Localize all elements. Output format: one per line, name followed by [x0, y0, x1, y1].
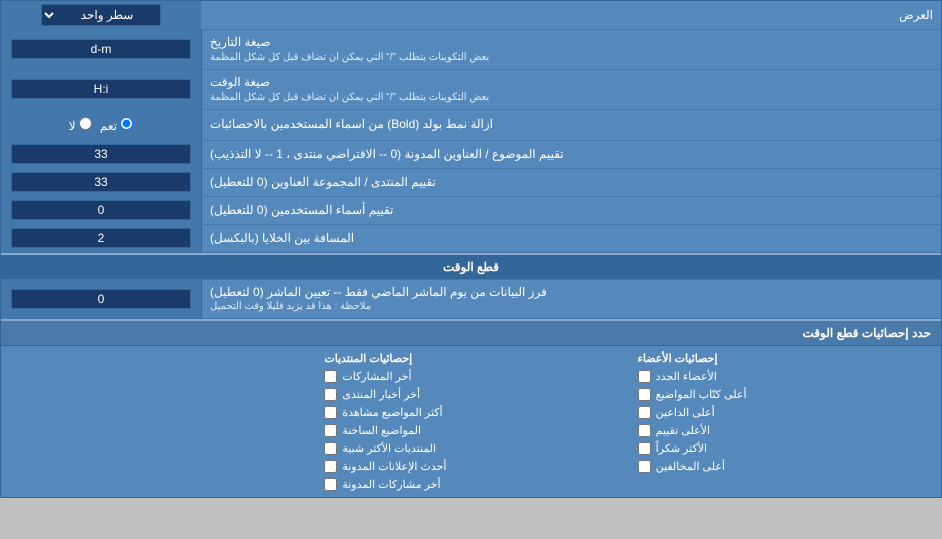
stats-header-row: حدد إحصائيات قطع الوقت: [1, 321, 941, 346]
members-stats-header: إحصائيات الأعضاء: [638, 352, 931, 365]
time-format-row: صيغة الوقت بعض التكوينات يتطلب "/" التي …: [1, 70, 941, 110]
topic-sort-input[interactable]: [11, 144, 191, 164]
top-inviters-checkbox[interactable]: [638, 406, 651, 419]
user-sort-input[interactable]: [11, 200, 191, 220]
main-container: العرض سطر واحد صيغة التاريخ بعض التكوينا…: [0, 0, 942, 498]
most-similar-forums-checkbox[interactable]: [324, 442, 337, 455]
most-similar-forums-item: المنتديات الأكثر شبية: [324, 442, 617, 455]
cutoff-label: فرز البيانات من يوم الماشر الماضي فقط --…: [201, 280, 941, 319]
bold-remove-row: ازالة نمط بولد (Bold) من اسماء المستخدمي…: [1, 110, 941, 141]
forums-stats-header: إحصائيات المنتديات: [324, 352, 617, 365]
hot-topics-item: المواضيع الساخنة: [324, 424, 617, 437]
cutoff-section-header: قطع الوقت: [1, 253, 941, 280]
forum-sort-input[interactable]: [11, 172, 191, 192]
last-posts-checkbox[interactable]: [324, 370, 337, 383]
last-forum-news-item: أخر أخبار المنتدى: [324, 388, 617, 401]
empty-stats-col: [11, 352, 304, 491]
top-topic-writers-item: أعلى كتّاب المواضيع: [638, 388, 931, 401]
radio-no-label: لا: [69, 117, 92, 133]
top-inviters-item: أعلى الداعين: [638, 406, 931, 419]
latest-blog-announcements-checkbox[interactable]: [324, 460, 337, 473]
display-select-container: سطر واحد: [1, 1, 201, 29]
user-sort-row: تقييم أسماء المستخدمين (0 للتعطيل): [1, 197, 941, 225]
new-members-checkbox[interactable]: [638, 370, 651, 383]
display-select[interactable]: سطر واحد: [41, 4, 161, 26]
bold-remove-label: ازالة نمط بولد (Bold) من اسماء المستخدمي…: [201, 110, 941, 140]
forum-sort-input-container: [1, 169, 201, 196]
topic-sort-input-container: [1, 141, 201, 168]
cell-spacing-input[interactable]: [11, 228, 191, 248]
stats-checkboxes: إحصائيات الأعضاء الأعضاء الجدد أعلى كتّا…: [1, 346, 941, 497]
top-topic-writers-checkbox[interactable]: [638, 388, 651, 401]
members-stats-col: إحصائيات الأعضاء الأعضاء الجدد أعلى كتّا…: [638, 352, 931, 491]
cutoff-row: فرز البيانات من يوم الماشر الماضي فقط --…: [1, 280, 941, 320]
cell-spacing-input-container: [1, 225, 201, 252]
hot-topics-checkbox[interactable]: [324, 424, 337, 437]
user-sort-input-container: [1, 197, 201, 224]
last-blog-posts-checkbox[interactable]: [324, 478, 337, 491]
user-sort-label: تقييم أسماء المستخدمين (0 للتعطيل): [201, 197, 941, 224]
top-violators-item: أعلى المخالفين: [638, 460, 931, 473]
topic-sort-row: تقييم الموضوع / العناوين المدونة (0 -- ا…: [1, 141, 941, 169]
last-blog-posts-item: أخر مشاركات المدونة: [324, 478, 617, 491]
time-format-input[interactable]: [11, 79, 191, 99]
time-format-label: صيغة الوقت بعض التكوينات يتطلب "/" التي …: [201, 70, 941, 109]
top-rated-item: الأعلى تقييم: [638, 424, 931, 437]
bold-radio-group: تعم لا: [61, 113, 142, 137]
cutoff-input[interactable]: [11, 289, 191, 309]
most-viewed-item: أكثر المواضيع مشاهدة: [324, 406, 617, 419]
radio-yes[interactable]: [120, 117, 133, 130]
forum-sort-row: تقييم المنتدى / المجموعة العناوين (0 للت…: [1, 169, 941, 197]
cell-spacing-row: المسافة بين الخلايا (بالبكسل): [1, 225, 941, 253]
display-row: العرض سطر واحد: [1, 1, 941, 30]
date-format-label: صيغة التاريخ بعض التكوينات يتطلب "/" الت…: [201, 30, 941, 69]
time-format-input-container: [1, 70, 201, 109]
forums-stats-col: إحصائيات المنتديات أخر المشاركات أخر أخب…: [324, 352, 617, 491]
most-thanked-checkbox[interactable]: [638, 442, 651, 455]
top-violators-checkbox[interactable]: [638, 460, 651, 473]
bold-remove-radio-container: تعم لا: [1, 110, 201, 140]
most-thanked-item: الأكثر شكراً: [638, 442, 931, 455]
new-members-item: الأعضاء الجدد: [638, 370, 931, 383]
date-format-input-container: [1, 30, 201, 69]
latest-blog-announcements-item: أحدث الإعلانات المدونة: [324, 460, 617, 473]
topic-sort-label: تقييم الموضوع / العناوين المدونة (0 -- ا…: [201, 141, 941, 168]
most-viewed-checkbox[interactable]: [324, 406, 337, 419]
stats-section: حدد إحصائيات قطع الوقت إحصائيات الأعضاء …: [1, 319, 941, 497]
last-posts-item: أخر المشاركات: [324, 370, 617, 383]
forum-sort-label: تقييم المنتدى / المجموعة العناوين (0 للت…: [201, 169, 941, 196]
cell-spacing-label: المسافة بين الخلايا (بالبكسل): [201, 225, 941, 252]
stats-header-label: حدد إحصائيات قطع الوقت: [11, 326, 931, 340]
cutoff-input-container: [1, 280, 201, 319]
date-format-row: صيغة التاريخ بعض التكوينات يتطلب "/" الت…: [1, 30, 941, 70]
last-forum-news-checkbox[interactable]: [324, 388, 337, 401]
display-label: العرض: [201, 4, 941, 26]
radio-no[interactable]: [79, 117, 92, 130]
top-rated-checkbox[interactable]: [638, 424, 651, 437]
radio-yes-label: تعم: [100, 117, 133, 133]
date-format-input[interactable]: [11, 39, 191, 59]
